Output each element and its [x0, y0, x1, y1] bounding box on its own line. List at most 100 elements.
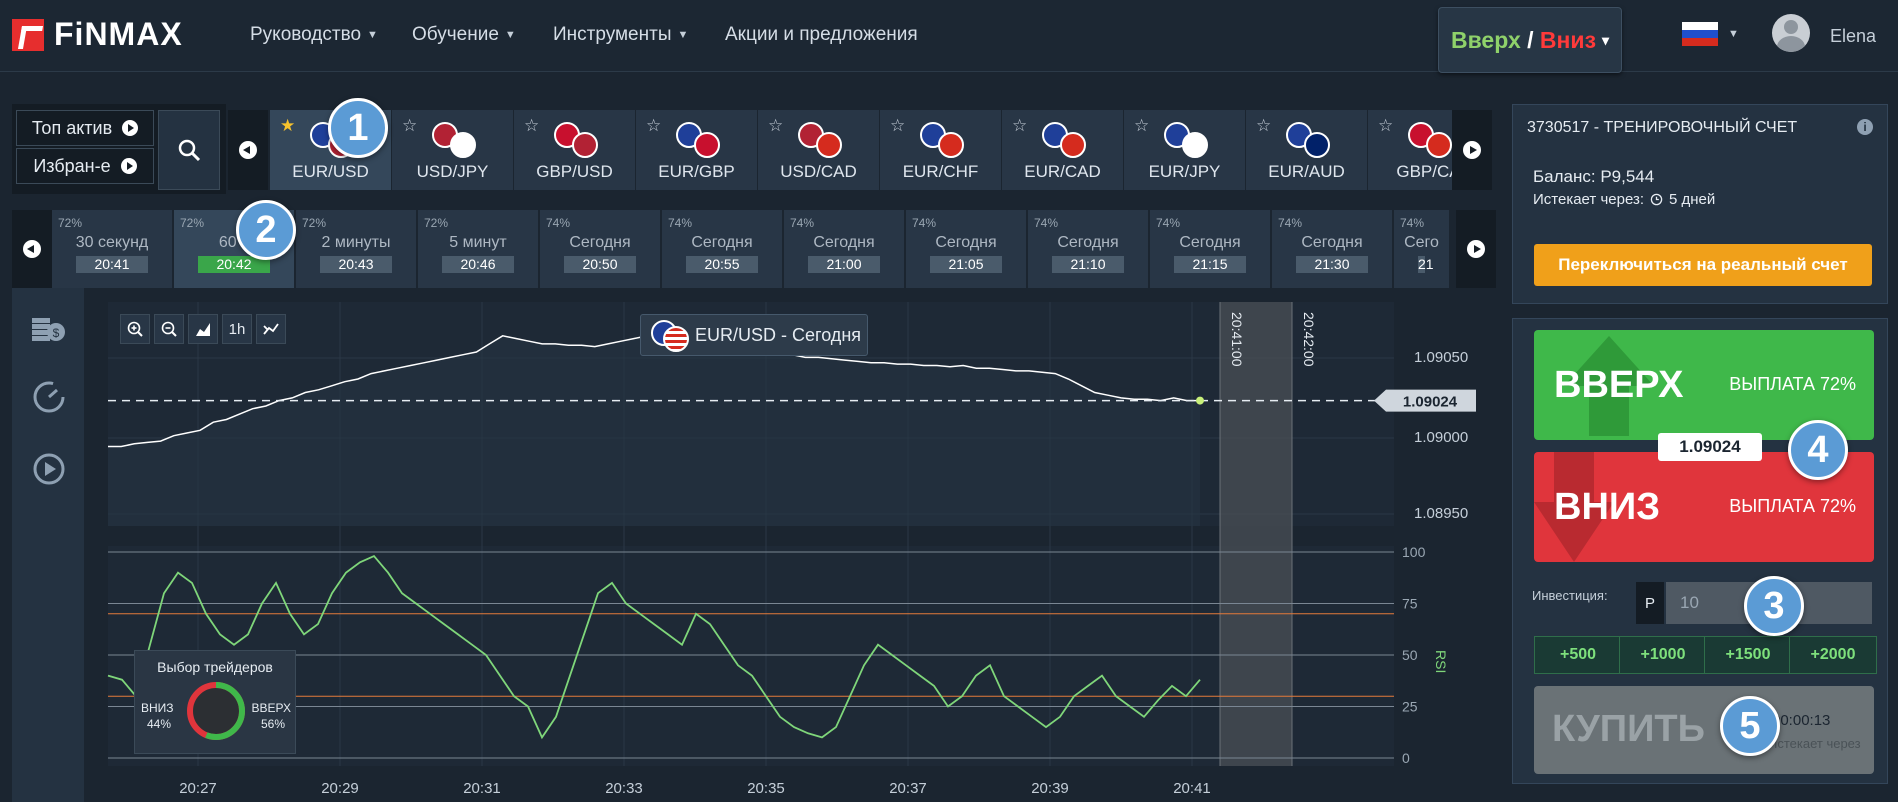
asset-tab[interactable]: ☆ EUR/AUD: [1246, 110, 1368, 190]
nav-tools-label: Инструменты: [553, 24, 672, 45]
expiry-tab[interactable]: 74% Сего 21: [1394, 210, 1450, 288]
avatar[interactable]: [1772, 14, 1810, 52]
logo[interactable]: FiNMAX: [12, 16, 183, 53]
info-icon[interactable]: i: [1857, 119, 1873, 135]
traders-up-pct: 56%: [260, 717, 285, 731]
eu-us-flags-icon: [649, 320, 689, 352]
switch-real-account-button[interactable]: Переключиться на реальный счет: [1534, 244, 1872, 286]
logo-text: FiNMAX: [54, 16, 183, 52]
callout-badge-4: 4: [1788, 420, 1848, 480]
nav-tools[interactable]: Инструменты ▼: [553, 24, 688, 46]
expiry-name: Сего: [1404, 234, 1439, 251]
expiry-name: Сегодня: [813, 234, 875, 251]
coins-icon[interactable]: $: [30, 310, 66, 344]
asset-tab[interactable]: ☆ EUR/CHF: [880, 110, 1002, 190]
favorites-button[interactable]: Избран-е: [16, 148, 154, 184]
expiry-payout: 74%: [668, 216, 693, 230]
history-clock-icon[interactable]: [32, 380, 66, 414]
nav-training[interactable]: Обучение ▼: [412, 24, 516, 46]
star-icon[interactable]: ☆: [1012, 116, 1027, 136]
add-2000-button[interactable]: +2000: [1789, 636, 1877, 674]
star-icon[interactable]: ☆: [768, 116, 783, 136]
callout-badge-5: 5: [1720, 696, 1780, 756]
call-up-payout: ВЫПЛАТА 72%: [1729, 374, 1856, 394]
expiry-tab[interactable]: 72% 2 минуты 20:43: [296, 210, 417, 288]
expiry-time: 21:05: [930, 256, 1002, 273]
zoom-out-button[interactable]: [154, 314, 184, 344]
asset-tab[interactable]: ☆ USD/JPY: [392, 110, 514, 190]
nav-promotions[interactable]: Акции и предложения: [725, 24, 918, 46]
buy-button[interactable]: КУПИТЬ 00:00:13 Истекает через: [1534, 686, 1874, 774]
top-header: FiNMAX Руководство ▼ Обучение ▼ Инструмент…: [0, 0, 1898, 73]
area-chart-icon: [196, 323, 210, 336]
expiry-scroll-right-button[interactable]: [1456, 210, 1496, 288]
callout-badge-2: 2: [236, 200, 296, 260]
asset-tab[interactable]: ☆ USD/CAD: [758, 110, 880, 190]
asset-tab-label: EUR/GBP: [658, 162, 735, 181]
expiry-tab[interactable]: 72% 30 секунд 20:41: [52, 210, 173, 288]
expiry-tab[interactable]: 74% Сегодня 20:50: [540, 210, 661, 288]
russian-flag-icon[interactable]: [1682, 22, 1718, 46]
add-1500-button[interactable]: +1500: [1704, 636, 1792, 674]
chart-title-period: Сегодня: [792, 324, 862, 345]
expiry-tab[interactable]: 74% Сегодня 21:05: [906, 210, 1027, 288]
asset-tab[interactable]: ☆ EUR/GBP: [636, 110, 758, 190]
assets-scroll-right-button[interactable]: [1452, 110, 1492, 190]
rsi-tick-label: 75: [1402, 596, 1418, 612]
star-icon[interactable]: ☆: [646, 116, 661, 136]
asset-tab-label: USD/CAD: [780, 162, 857, 181]
expiry-tab[interactable]: 74% Сегодня 21:00: [784, 210, 905, 288]
expiry-payout: 74%: [546, 216, 571, 230]
expiry-tab[interactable]: 74% Сегодня 21:10: [1028, 210, 1149, 288]
price-tick-label: 1.08950: [1414, 505, 1468, 522]
expiry-tab[interactable]: 74% Сегодня 21:15: [1150, 210, 1271, 288]
expiry-tab[interactable]: 72% 5 минут 20:46: [418, 210, 539, 288]
star-icon[interactable]: ☆: [402, 116, 417, 136]
add-1000-button[interactable]: +1000: [1619, 636, 1707, 674]
star-icon[interactable]: ☆: [890, 116, 905, 136]
star-icon[interactable]: ☆: [1378, 116, 1393, 136]
expiry-payout: 74%: [1034, 216, 1059, 230]
chart-asset-title[interactable]: EUR/USD - Сегодня: [640, 314, 868, 356]
chart-tool-rail: $: [12, 288, 84, 802]
expiry-name: 30 секунд: [75, 234, 149, 251]
time-tick-label: 20:27: [179, 780, 217, 797]
zoom-in-button[interactable]: [120, 314, 150, 344]
asset-search-button[interactable]: [158, 110, 220, 190]
star-icon[interactable]: ☆: [1256, 116, 1271, 136]
expiry-name: 2 минуты: [321, 234, 391, 251]
user-name[interactable]: Elena: [1830, 26, 1876, 47]
asset-tab[interactable]: ☆ EUR/JPY: [1124, 110, 1246, 190]
expiry-scroll-left-button[interactable]: [12, 210, 52, 288]
timeframe-button[interactable]: 1h: [222, 314, 252, 344]
currency-flag-icon: [572, 132, 598, 158]
expiry-time: 20:43: [320, 256, 392, 273]
top-assets-button[interactable]: Топ актив: [16, 110, 154, 146]
put-down-payout: ВЫПЛАТА 72%: [1729, 496, 1856, 516]
arrow-right-icon: [1463, 141, 1481, 159]
expiry-payout: 74%: [1278, 216, 1303, 230]
rsi-tick-label: 50: [1402, 647, 1418, 663]
play-circle-icon[interactable]: [32, 452, 66, 486]
assets-scroll-left-button[interactable]: [228, 110, 268, 190]
star-icon[interactable]: ☆: [524, 116, 539, 136]
indicators-button[interactable]: [256, 314, 286, 344]
expiry-tab[interactable]: 74% Сегодня 21:30: [1272, 210, 1393, 288]
mode-separator: /: [1520, 26, 1540, 53]
chevron-down-icon[interactable]: ▼: [1728, 28, 1739, 40]
trade-mode-dropdown[interactable]: Вверх / Вниз ▾: [1438, 7, 1622, 73]
expiry-tab[interactable]: 74% Сегодня 20:55: [662, 210, 783, 288]
star-icon[interactable]: ★: [280, 116, 295, 136]
star-icon[interactable]: ☆: [1134, 116, 1149, 136]
asset-tab[interactable]: ☆ EUR/CAD: [1002, 110, 1124, 190]
asset-tab[interactable]: ☆ GBP/USD: [514, 110, 636, 190]
add-500-button[interactable]: +500: [1534, 636, 1622, 674]
expiry-time: 21:15: [1174, 256, 1246, 273]
expiry-name: Сегодня: [1057, 234, 1119, 251]
chart-type-button[interactable]: [188, 314, 218, 344]
expiry-timer: 00:00:13: [1772, 712, 1831, 729]
chevron-down-icon: ▾: [1602, 31, 1610, 48]
chevron-down-icon: ▼: [504, 29, 516, 41]
nav-guide[interactable]: Руководство ▼: [250, 24, 378, 46]
zoom-in-icon: [127, 321, 143, 337]
